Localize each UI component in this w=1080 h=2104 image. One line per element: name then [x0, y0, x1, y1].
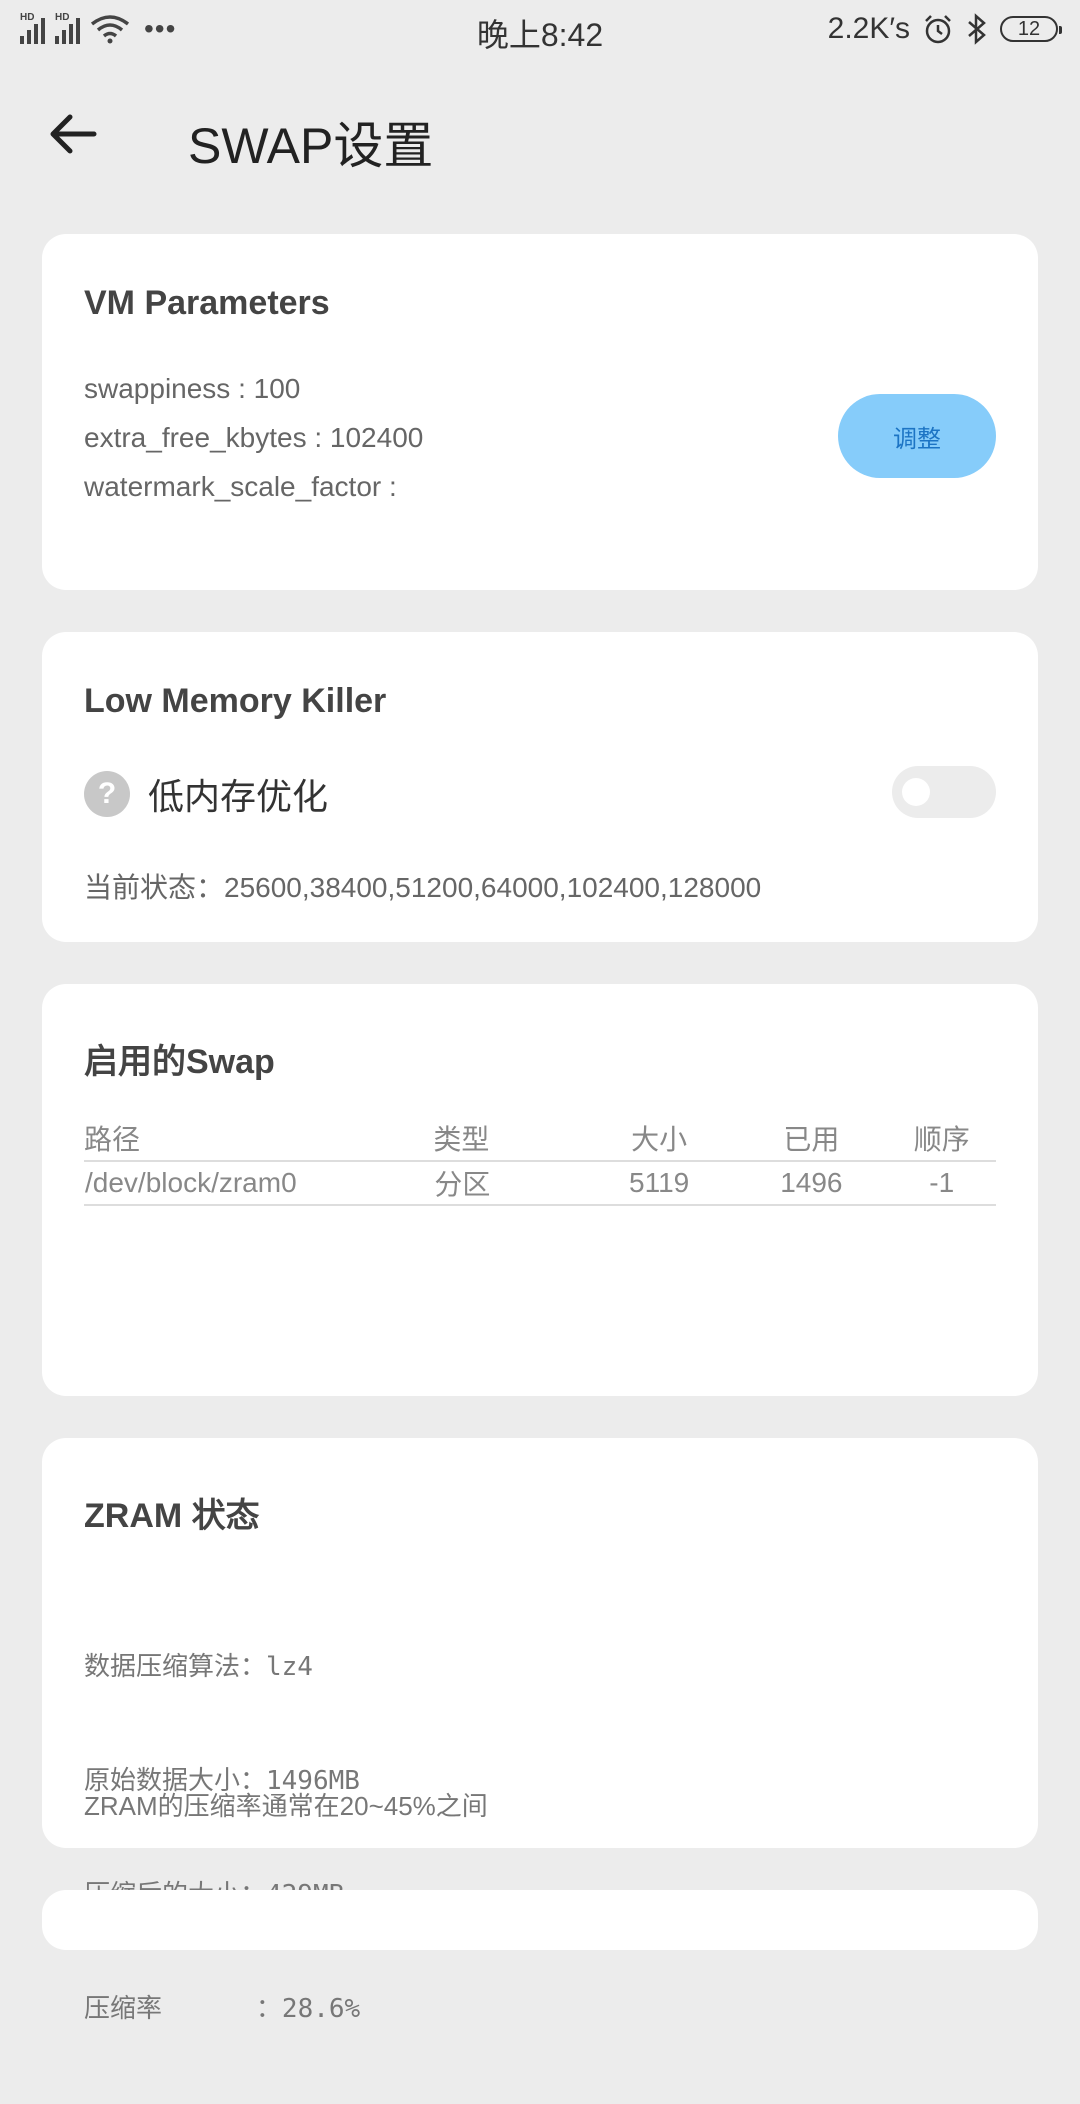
lmk-current-state: 当前状态：25600,38400,51200,64000,102400,1280…: [84, 872, 762, 903]
col-type: 类型: [433, 1118, 583, 1162]
back-arrow-icon[interactable]: [44, 104, 104, 164]
table-row: /dev/block/zram0 分区 5119 1496 -1: [84, 1161, 996, 1206]
cell-priority: -1: [887, 1161, 996, 1206]
battery-icon: 12: [1000, 16, 1062, 42]
vm-params-list: swappiness : 100 extra_free_kbytes : 102…: [84, 364, 423, 511]
next-card-partial: [42, 1890, 1038, 1950]
col-path: 路径: [84, 1118, 434, 1162]
zram-heading: ZRAM 状态: [84, 1497, 260, 1535]
status-right: 2.2K′s 12: [827, 12, 1062, 46]
col-priority: 顺序: [887, 1118, 996, 1162]
cell-type: 分区: [433, 1161, 583, 1206]
toggle-knob: [902, 778, 930, 806]
battery-level: 12: [1017, 17, 1041, 40]
swap-heading: 启用的Swap: [84, 1043, 275, 1081]
zram-compression-ratio: 压缩率 ：28.6%: [84, 1994, 361, 2024]
zram-status-card: ZRAM 状态 数据压缩算法：lz4 原始数据大小：1496MB 压缩后的大小：…: [42, 1438, 1038, 2024]
low-memory-killer-card: Low Memory Killer ? 低内存优化 当前状态：25600,384…: [42, 632, 1038, 942]
param-swappiness: swappiness : 100: [84, 373, 301, 404]
cell-path: /dev/block/zram0: [84, 1161, 434, 1206]
status-bar: HD HD ••• 晚上8:42 2.2K′s 12: [0, 0, 1080, 64]
app-bar: SWAP设置: [0, 64, 1080, 214]
col-size: 大小: [583, 1118, 736, 1162]
enabled-swap-card: 启用的Swap 路径 类型 大小 已用 顺序 /dev/block/zram0 …: [42, 984, 1038, 1396]
net-speed: 2.2K′s: [827, 12, 910, 45]
alarm-icon: [925, 15, 951, 44]
cell-size: 5119: [583, 1161, 736, 1206]
lmk-option-row: ? 低内存优化: [84, 768, 328, 820]
param-extra-free-kbytes: extra_free_kbytes : 102400: [84, 422, 424, 453]
adjust-button[interactable]: 调整: [838, 394, 996, 478]
zram-note: ZRAM的压缩率通常在20~45%之间: [84, 1791, 488, 1821]
lmk-heading: Low Memory Killer: [84, 682, 387, 720]
swap-table: 路径 类型 大小 已用 顺序 /dev/block/zram0 分区 5119 …: [84, 1118, 996, 1206]
zram-algorithm: 数据压缩算法：lz4: [84, 1652, 313, 1682]
vm-parameters-card: VM Parameters swappiness : 100 extra_fre…: [42, 234, 1038, 590]
col-used: 已用: [735, 1118, 888, 1162]
page-title: SWAP设置: [188, 118, 434, 174]
cell-used: 1496: [735, 1161, 888, 1206]
low-memory-toggle[interactable]: [892, 766, 996, 818]
zram-stats: 数据压缩算法：lz4 原始数据大小：1496MB 压缩后的大小：429MB 压缩…: [84, 1572, 360, 2104]
lmk-option-label: 低内存优化: [148, 776, 329, 817]
vm-heading: VM Parameters: [84, 284, 330, 322]
swap-table-header: 路径 类型 大小 已用 顺序: [84, 1118, 996, 1162]
param-watermark-scale-factor: watermark_scale_factor :: [84, 471, 397, 502]
help-icon[interactable]: ?: [84, 771, 130, 817]
bluetooth-icon: [968, 13, 986, 45]
